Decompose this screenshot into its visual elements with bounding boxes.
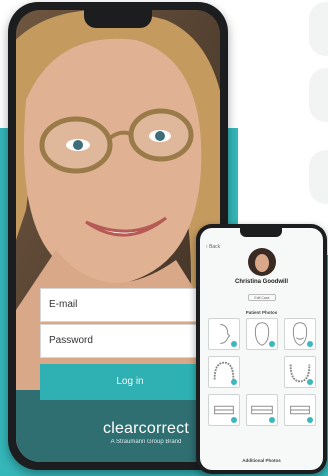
ghost-bubble: [309, 150, 328, 204]
add-photo-icon: [307, 341, 313, 347]
add-photo-icon: [231, 379, 237, 385]
email-field[interactable]: E-mail: [40, 288, 220, 322]
patient-screen: ‹ Back Christina Goodwill Edit Case Pati…: [200, 228, 323, 470]
photo-slot-profile-front[interactable]: [246, 318, 278, 350]
additional-photos-title: Additional Photos: [242, 458, 281, 463]
photo-slot-profile-left[interactable]: [208, 318, 240, 350]
add-photo-icon: [231, 417, 237, 423]
photo-slot-profile-smile[interactable]: [284, 318, 316, 350]
photo-slot-lower-arch[interactable]: [284, 356, 316, 388]
password-field[interactable]: Password: [40, 324, 220, 358]
back-button[interactable]: ‹ Back: [206, 244, 220, 250]
login-button[interactable]: Log in: [40, 364, 220, 400]
phone-notch: [84, 10, 152, 28]
patient-name: Christina Goodwill: [234, 279, 288, 285]
back-label: Back: [209, 244, 221, 250]
ghost-bubble: [309, 68, 328, 122]
brand-tagline: A Straumann Group Brand: [110, 439, 182, 445]
ghost-bubble: [309, 2, 328, 56]
photo-slot-front-bite[interactable]: [246, 394, 278, 426]
photo-slot-upper-arch[interactable]: [208, 356, 240, 388]
brand-name: clearcorrect: [103, 420, 189, 437]
login-screen: E-mail Password Log in clearcorrect A St…: [16, 10, 220, 462]
avatar-face: [255, 254, 269, 272]
patient-phone: ‹ Back Christina Goodwill Edit Case Pati…: [196, 224, 327, 474]
avatar: [248, 248, 276, 276]
login-phone: E-mail Password Log in clearcorrect A St…: [8, 2, 228, 470]
add-photo-icon: [307, 379, 313, 385]
photo-slot-left-bite[interactable]: [284, 394, 316, 426]
chevron-left-icon: ‹: [206, 244, 208, 250]
phone-notch: [240, 228, 282, 237]
add-photo-icon: [231, 341, 237, 347]
patient-photos-title: Patient Photos: [245, 310, 278, 315]
brand-logo: clearcorrect A Straumann Group Brand: [86, 420, 206, 445]
add-photo-icon: [307, 417, 313, 423]
photo-slot-right-bite[interactable]: [208, 394, 240, 426]
edit-case-button[interactable]: Edit Case: [248, 294, 276, 301]
add-photo-icon: [269, 341, 275, 347]
add-photo-icon: [269, 417, 275, 423]
